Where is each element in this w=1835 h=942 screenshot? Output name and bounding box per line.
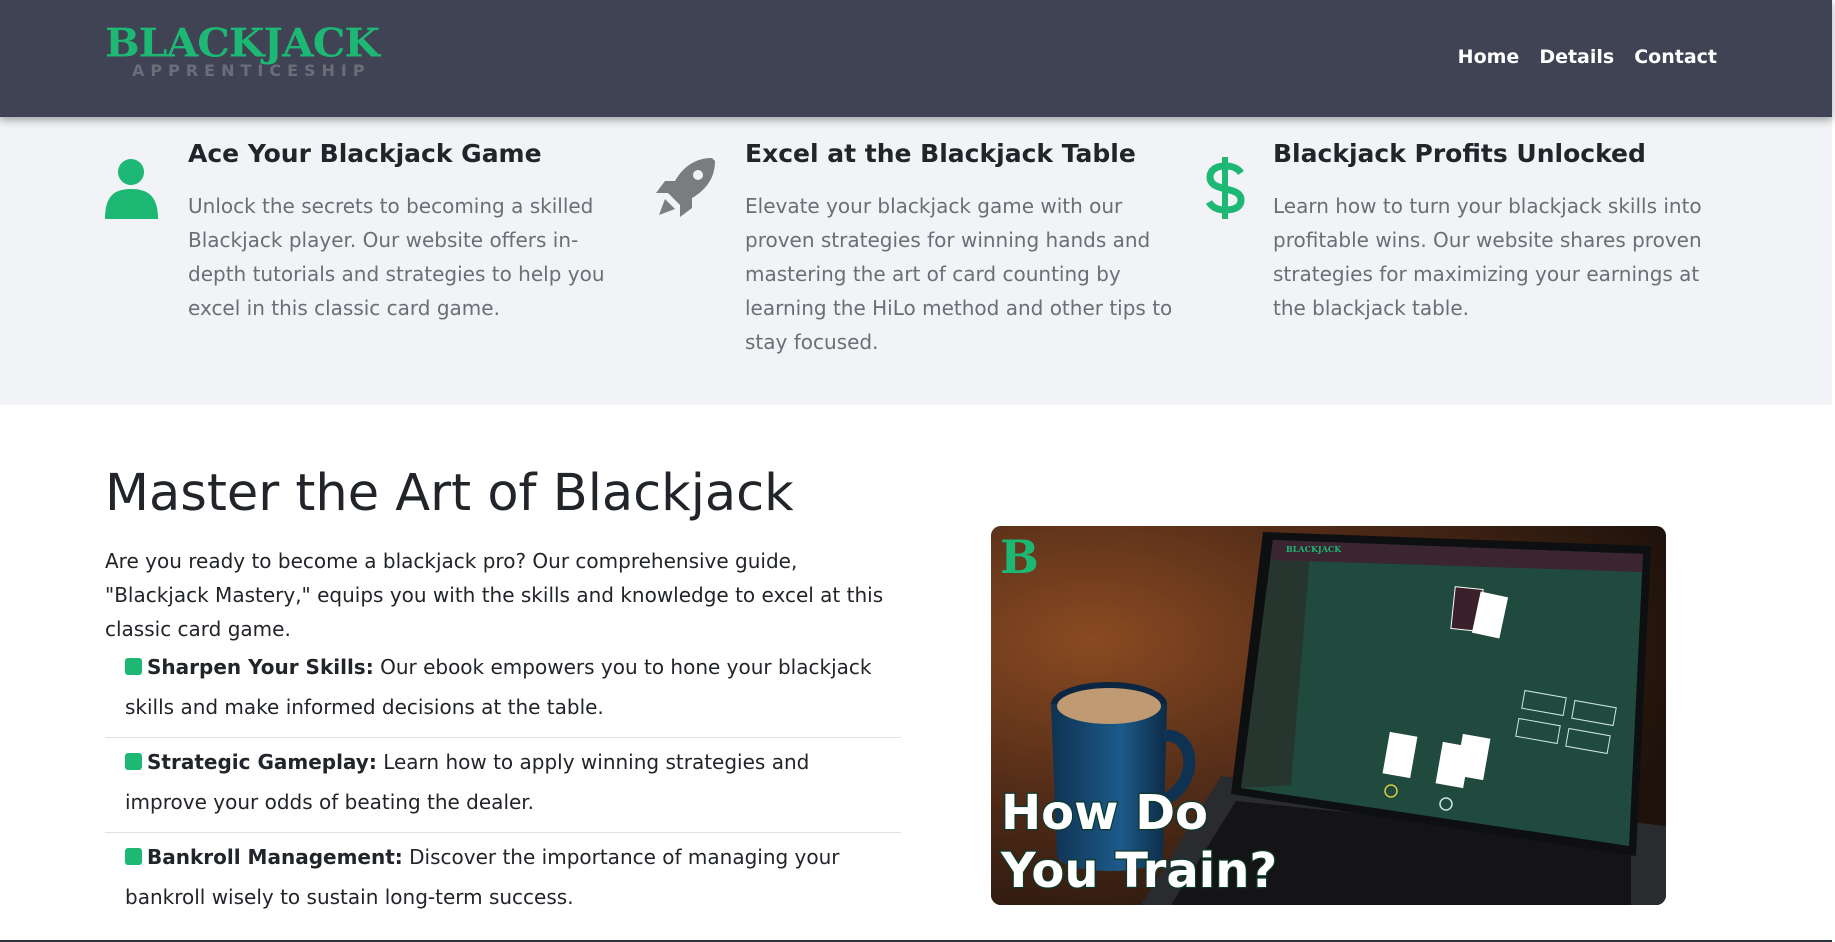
intro-paragraph: Are you ready to become a blackjack pro?… bbox=[105, 549, 884, 641]
nav-home-link[interactable]: Home bbox=[1458, 46, 1520, 68]
feature-title: Excel at the Blackjack Table bbox=[745, 139, 1136, 168]
list-item: Bankroll Management: Discover the import… bbox=[105, 833, 901, 927]
nav-details-link[interactable]: Details bbox=[1539, 46, 1614, 68]
feature-text: Learn how to turn your blackjack skills … bbox=[1273, 194, 1702, 320]
dollar-icon bbox=[1205, 157, 1245, 219]
nav-contact-link[interactable]: Contact bbox=[1634, 46, 1717, 68]
training-promo-image: BLACKJACK B How Do You Train? bbox=[991, 526, 1666, 905]
rocket-icon bbox=[656, 158, 715, 217]
logo-main-text: BLACKJACK bbox=[105, 20, 380, 66]
list-item: Strategic Gameplay: Learn how to apply w… bbox=[105, 738, 901, 833]
list-item-heading: Strategic Gameplay: bbox=[147, 750, 377, 774]
list-item: Sharpen Your Skills: Our ebook empowers … bbox=[105, 643, 901, 738]
benefits-list: Sharpen Your Skills: Our ebook empowers … bbox=[105, 643, 901, 927]
main-nav: Home Details Contact bbox=[1458, 46, 1717, 68]
user-icon bbox=[105, 159, 158, 219]
promo-badge-text: B bbox=[1000, 530, 1039, 584]
promo-caption-line1: How Do bbox=[1001, 785, 1208, 841]
bullet-square-icon bbox=[125, 753, 142, 770]
list-item-heading: Bankroll Management: bbox=[147, 845, 403, 869]
feature-text: Elevate your blackjack game with our pro… bbox=[745, 194, 1173, 354]
bullet-square-icon bbox=[125, 848, 142, 865]
promo-illustration: BLACKJACK B How Do You Train? bbox=[991, 526, 1666, 905]
feature-title: Blackjack Profits Unlocked bbox=[1273, 139, 1646, 168]
promo-caption-line2: You Train? bbox=[1000, 843, 1277, 899]
list-item-heading: Sharpen Your Skills: bbox=[147, 655, 374, 679]
site-header: BLACKJACK APPRENTICESHIP Home Details Co… bbox=[0, 0, 1832, 117]
site-logo[interactable]: BLACKJACK APPRENTICESHIP bbox=[105, 20, 395, 80]
feature-text: Unlock the secrets to becoming a skilled… bbox=[188, 194, 605, 320]
page-title: Master the Art of Blackjack bbox=[105, 464, 794, 523]
bullet-square-icon bbox=[125, 658, 142, 675]
feature-title: Ace Your Blackjack Game bbox=[188, 139, 542, 168]
features-section: Ace Your Blackjack Game Unlock the secre… bbox=[0, 117, 1832, 405]
screen-logo: BLACKJACK bbox=[1286, 544, 1342, 554]
